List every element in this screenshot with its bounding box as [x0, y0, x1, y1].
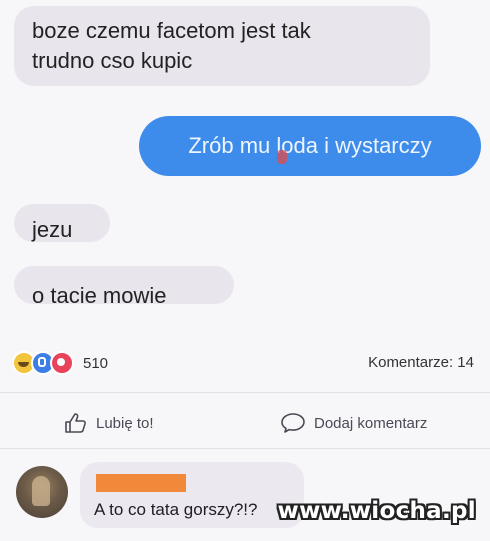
- avatar[interactable]: [16, 466, 68, 518]
- reactions-summary[interactable]: 510: [12, 351, 108, 375]
- divider: [0, 448, 490, 449]
- comment-label: Dodaj komentarz: [314, 414, 428, 432]
- comment: A to co tata gorszy?!?: [80, 462, 304, 528]
- divider: [0, 392, 490, 393]
- message-text: Zrób mu loda i wystarczy: [188, 133, 432, 158]
- comments-count[interactable]: Komentarze: 14: [368, 354, 474, 371]
- love-icon: [50, 351, 74, 375]
- like-label: Lubię to!: [96, 414, 154, 432]
- red-mark: [277, 150, 287, 164]
- message-text: o tacie mowie: [32, 283, 167, 308]
- message-text: boze czemu facetom jest tak trudno cso k…: [32, 18, 311, 73]
- outgoing-message: Zrób mu loda i wystarczy: [139, 116, 481, 176]
- redacted-name[interactable]: [96, 474, 186, 492]
- message-text: jezu: [32, 217, 73, 242]
- comment-text: A to co tata gorszy?!?: [94, 500, 258, 519]
- reaction-count: 510: [83, 354, 109, 372]
- thumbs-up-icon: [65, 413, 86, 433]
- comment-icon: [281, 413, 305, 433]
- incoming-message: jezu: [14, 204, 110, 242]
- comment-button[interactable]: Dodaj komentarz: [280, 412, 427, 434]
- like-button[interactable]: Lubię to!: [64, 412, 154, 434]
- watermark: www.wiocha.pl: [277, 498, 476, 524]
- incoming-message: o tacie mowie: [14, 266, 234, 308]
- incoming-message: boze czemu facetom jest tak trudno cso k…: [14, 6, 430, 86]
